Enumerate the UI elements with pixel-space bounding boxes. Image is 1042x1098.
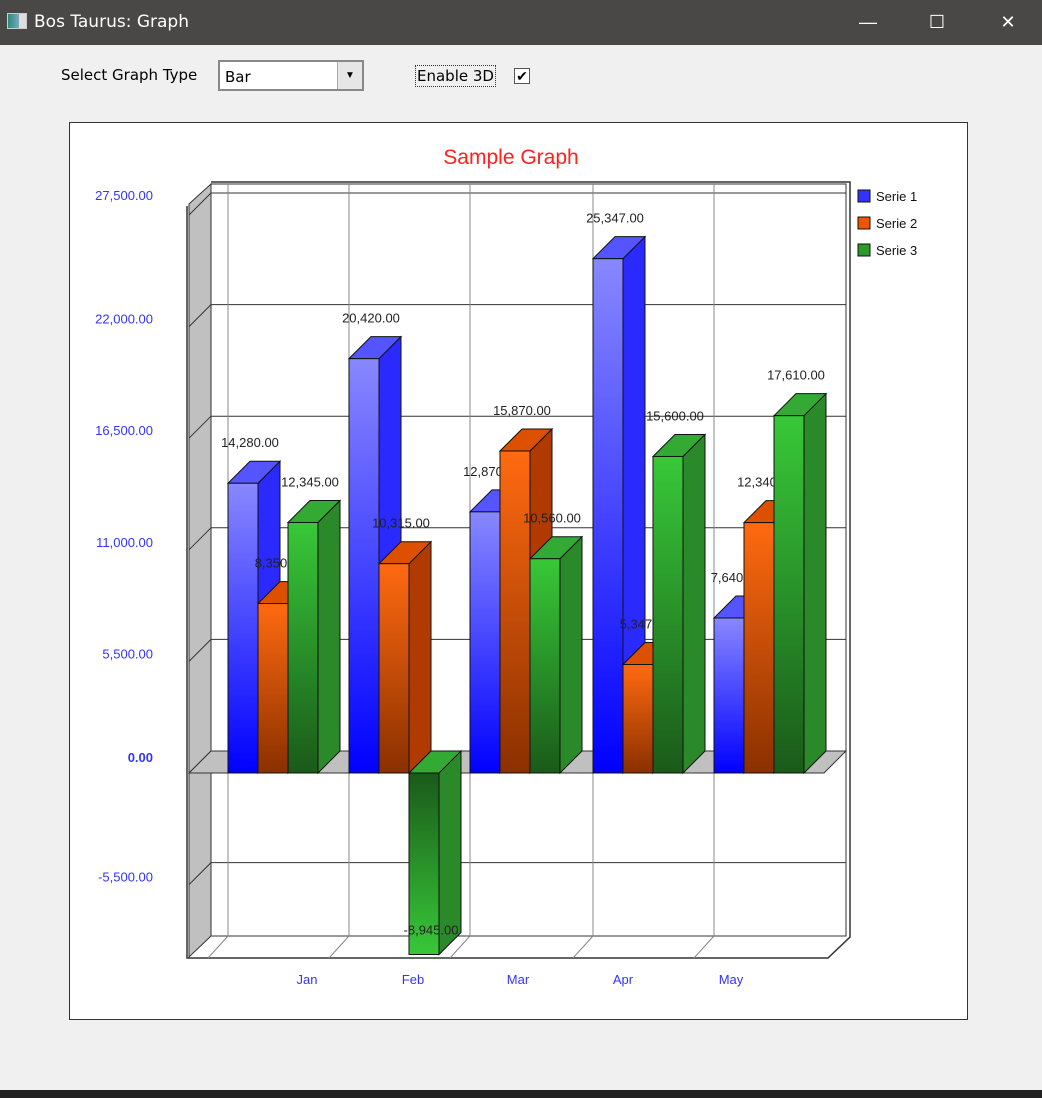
bar xyxy=(469,511,501,774)
bar xyxy=(773,415,805,774)
data-label: 20,420.00 xyxy=(342,311,400,326)
y-tick-label: 5,500.00 xyxy=(102,646,153,661)
floor-gridline xyxy=(572,935,594,959)
taskbar-edge xyxy=(0,1090,1042,1098)
y-tick-label: 22,000.00 xyxy=(95,312,153,327)
data-label: 15,870.00 xyxy=(493,403,551,418)
bar xyxy=(529,558,561,774)
floor-gridline xyxy=(328,935,350,959)
legend-swatch xyxy=(857,243,871,257)
bar xyxy=(592,258,624,774)
floor-gridline xyxy=(693,935,715,959)
bar-side xyxy=(559,535,583,775)
y-tick-label: -5,500.00 xyxy=(98,870,153,885)
bar-side xyxy=(682,433,706,775)
x-tick-label: Apr xyxy=(613,972,634,987)
data-label: 15,600.00 xyxy=(646,408,704,423)
bar xyxy=(622,664,654,774)
y-tick-label: 11,000.00 xyxy=(96,535,153,550)
chart-title: Sample Graph xyxy=(443,146,578,169)
bar xyxy=(743,522,775,774)
bar xyxy=(713,617,745,774)
bar-side xyxy=(317,499,341,775)
bar xyxy=(257,603,289,774)
data-label: 12,345.00 xyxy=(281,475,339,490)
bar xyxy=(287,522,319,774)
bar xyxy=(378,563,410,774)
y-tick-label: 27,500.00 xyxy=(95,188,153,203)
y-tick-label: 0.00 xyxy=(128,750,153,765)
legend-label: Serie 2 xyxy=(876,216,917,231)
legend-label: Serie 3 xyxy=(876,243,917,258)
y-tick-label: 16,500.00 xyxy=(95,423,153,438)
data-label: 17,610.00 xyxy=(767,368,825,383)
bar xyxy=(499,450,531,774)
data-label: -8,945.00 xyxy=(404,923,459,938)
floor-gridline xyxy=(207,935,229,959)
bar-side xyxy=(803,392,827,775)
bar-chart: 27,500.00 22,000.00 16,500.00 11,000.00 5,50… xyxy=(95,146,917,987)
x-tick-label: Mar xyxy=(507,972,530,987)
legend-swatch xyxy=(857,189,871,203)
x-tick-label: Jan xyxy=(297,972,318,987)
data-label: 25,347.00 xyxy=(586,211,644,226)
left-wall xyxy=(188,182,212,959)
bar xyxy=(227,482,259,774)
bar xyxy=(652,455,684,774)
legend-swatch xyxy=(857,216,871,230)
data-label: 10,315.00 xyxy=(372,516,430,531)
bar-side xyxy=(408,540,432,775)
legend-label: Serie 1 xyxy=(876,189,917,204)
x-tick-label: May xyxy=(719,972,744,987)
data-label: 14,280.00 xyxy=(221,435,279,450)
x-tick-label: Feb xyxy=(402,972,424,987)
bar xyxy=(348,358,380,774)
data-label: 10,560.00 xyxy=(523,511,581,526)
